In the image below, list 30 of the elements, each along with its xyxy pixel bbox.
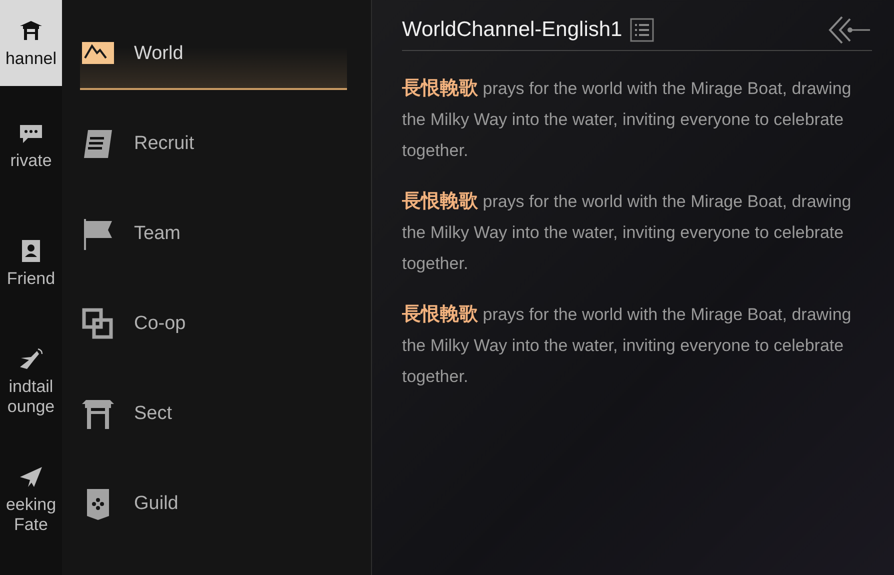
channel-label: Recruit bbox=[134, 132, 194, 156]
side-tab[interactable]: hannel bbox=[0, 0, 62, 86]
side-tab-label: indtail bbox=[8, 377, 54, 397]
side-tab-label: hannel bbox=[5, 49, 57, 69]
channel-item[interactable]: Guild bbox=[80, 470, 347, 540]
channel-item[interactable]: Sect bbox=[80, 380, 347, 450]
side-tab-label: Friend bbox=[6, 269, 56, 289]
channel-title: WorldChannel-English1 bbox=[402, 17, 622, 44]
side-tab-label: eeking bbox=[6, 495, 56, 515]
side-tab-label: Fate bbox=[14, 515, 48, 535]
side-tab-label: rivate bbox=[10, 151, 52, 171]
back-arrow-icon[interactable] bbox=[828, 15, 872, 45]
channel-label: Team bbox=[134, 222, 180, 246]
channel-item[interactable]: Co-op bbox=[80, 290, 347, 360]
channel-label: Guild bbox=[134, 492, 178, 516]
side-tab-label: ounge bbox=[7, 397, 55, 417]
linked-squares-icon bbox=[80, 306, 116, 342]
channel-item[interactable]: Recruit bbox=[80, 110, 347, 180]
channel-label: Co-op bbox=[134, 312, 186, 336]
chat-message: 長恨輓歌 prays for the world with the Mirage Boat, drawing the Milky Way into the water, inviting everyone to celebrate together. bbox=[402, 77, 852, 162]
chat-message: 長恨輓歌 prays for the world with the Mirage Boat, drawing the Milky Way into the water, inviting everyone to celebrate together. bbox=[402, 190, 852, 275]
channel-label: Sect bbox=[134, 402, 172, 426]
side-tab[interactable]: rivate bbox=[0, 86, 62, 204]
chat-message: 長恨輓歌 prays for the world with the Mirage Boat, drawing the Milky Way into the water, inviting everyone to celebrate together. bbox=[402, 303, 852, 388]
side-tab[interactable]: Friend bbox=[0, 204, 62, 322]
list-icon[interactable] bbox=[630, 18, 654, 42]
channel-label: World bbox=[134, 42, 184, 66]
channel-item[interactable]: Team bbox=[80, 200, 347, 270]
side-tab[interactable]: indtail ounge bbox=[0, 322, 62, 440]
side-tab[interactable]: eeking Fate bbox=[0, 440, 62, 558]
